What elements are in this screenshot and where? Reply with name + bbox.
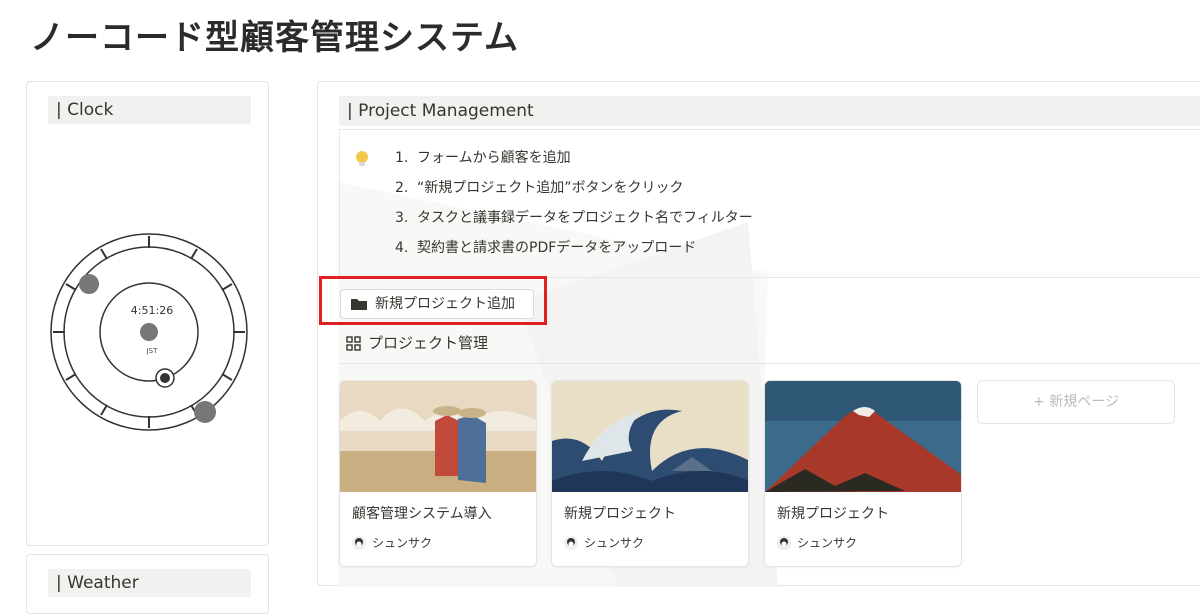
project-header: | Project Management: [339, 96, 1200, 126]
step-item: 3. タスクと議事録データをプロジェクト名でフィルター: [395, 208, 753, 238]
clock-timezone: JST: [146, 347, 158, 355]
gallery-card[interactable]: 新規プロジェクト シュンサク: [551, 380, 749, 567]
step-number: 2.: [395, 180, 409, 196]
card-owner: シュンサク: [777, 535, 857, 551]
card-cover-image: [765, 381, 961, 492]
clock-header-label: Clock: [67, 100, 114, 120]
step-number: 4.: [395, 240, 409, 256]
step-number: 3.: [395, 210, 409, 226]
divider: [339, 363, 1200, 364]
step-item: 4. 契約書と請求書のPDFデータをアップロード: [395, 238, 753, 268]
avatar-icon: [564, 536, 578, 550]
step-item: 2. “新規プロジェクト追加”ボタンをクリック: [395, 178, 753, 208]
orbit-clock-face: [50, 233, 248, 431]
card-owner-name: シュンサク: [584, 536, 645, 550]
step-number: 1.: [395, 150, 409, 166]
instructions-callout: 1. フォームから顧客を追加 2. “新規プロジェクト追加”ボタンをクリック 3. タ…: [339, 129, 1200, 278]
step-text: 契約書と請求書のPDFデータをアップロード: [417, 240, 697, 256]
view-tab-label: プロジェクト管理: [368, 334, 489, 352]
clock-time: 4:51:26: [130, 304, 174, 317]
new-page-button[interactable]: + 新規ページ: [977, 380, 1175, 424]
gallery-card[interactable]: 顧客管理システム導入 シュンサク: [339, 380, 537, 567]
view-tab-project-management[interactable]: プロジェクト管理: [346, 333, 488, 353]
gallery-card[interactable]: 新規プロジェクト シュンサク: [764, 380, 962, 567]
card-cover-image: [552, 381, 748, 492]
card-cover-image: [340, 381, 536, 492]
gallery-grid-icon: [346, 336, 361, 351]
card-owner-name: シュンサク: [797, 536, 858, 550]
card-owner: シュンサク: [564, 535, 644, 551]
card-title: 新規プロジェクト: [777, 506, 889, 522]
weather-header: | Weather: [48, 569, 251, 597]
card-owner-name: シュンサク: [372, 536, 433, 550]
step-item: 1. フォームから顧客を追加: [395, 148, 753, 178]
step-text: フォームから顧客を追加: [417, 150, 571, 166]
card-title: 顧客管理システム導入: [352, 506, 492, 522]
page-title: ノーコード型顧客管理システム: [30, 18, 519, 58]
weather-widget: | Weather: [26, 554, 269, 614]
step-text: “新規プロジェクト追加”ボタンをクリック: [417, 180, 684, 196]
lightbulb-icon: [355, 150, 369, 172]
step-text: タスクと議事録データをプロジェクト名でフィルター: [417, 210, 753, 226]
highlight-box: [319, 276, 547, 325]
weather-header-label: Weather: [67, 573, 139, 593]
card-title: 新規プロジェクト: [564, 506, 676, 522]
avatar-icon: [352, 536, 366, 550]
avatar-icon: [777, 536, 791, 550]
clock-widget: | Clock 4:51:26 JST: [26, 81, 269, 546]
project-header-label: Project Management: [358, 101, 534, 121]
project-management-panel: | Project Management 1. フォームから顧客を追加 2. “新規…: [317, 81, 1200, 587]
card-owner: シュンサク: [352, 535, 432, 551]
clock-header: | Clock: [48, 96, 251, 124]
steps-list: 1. フォームから顧客を追加 2. “新規プロジェクト追加”ボタンをクリック 3. タ…: [395, 148, 753, 268]
